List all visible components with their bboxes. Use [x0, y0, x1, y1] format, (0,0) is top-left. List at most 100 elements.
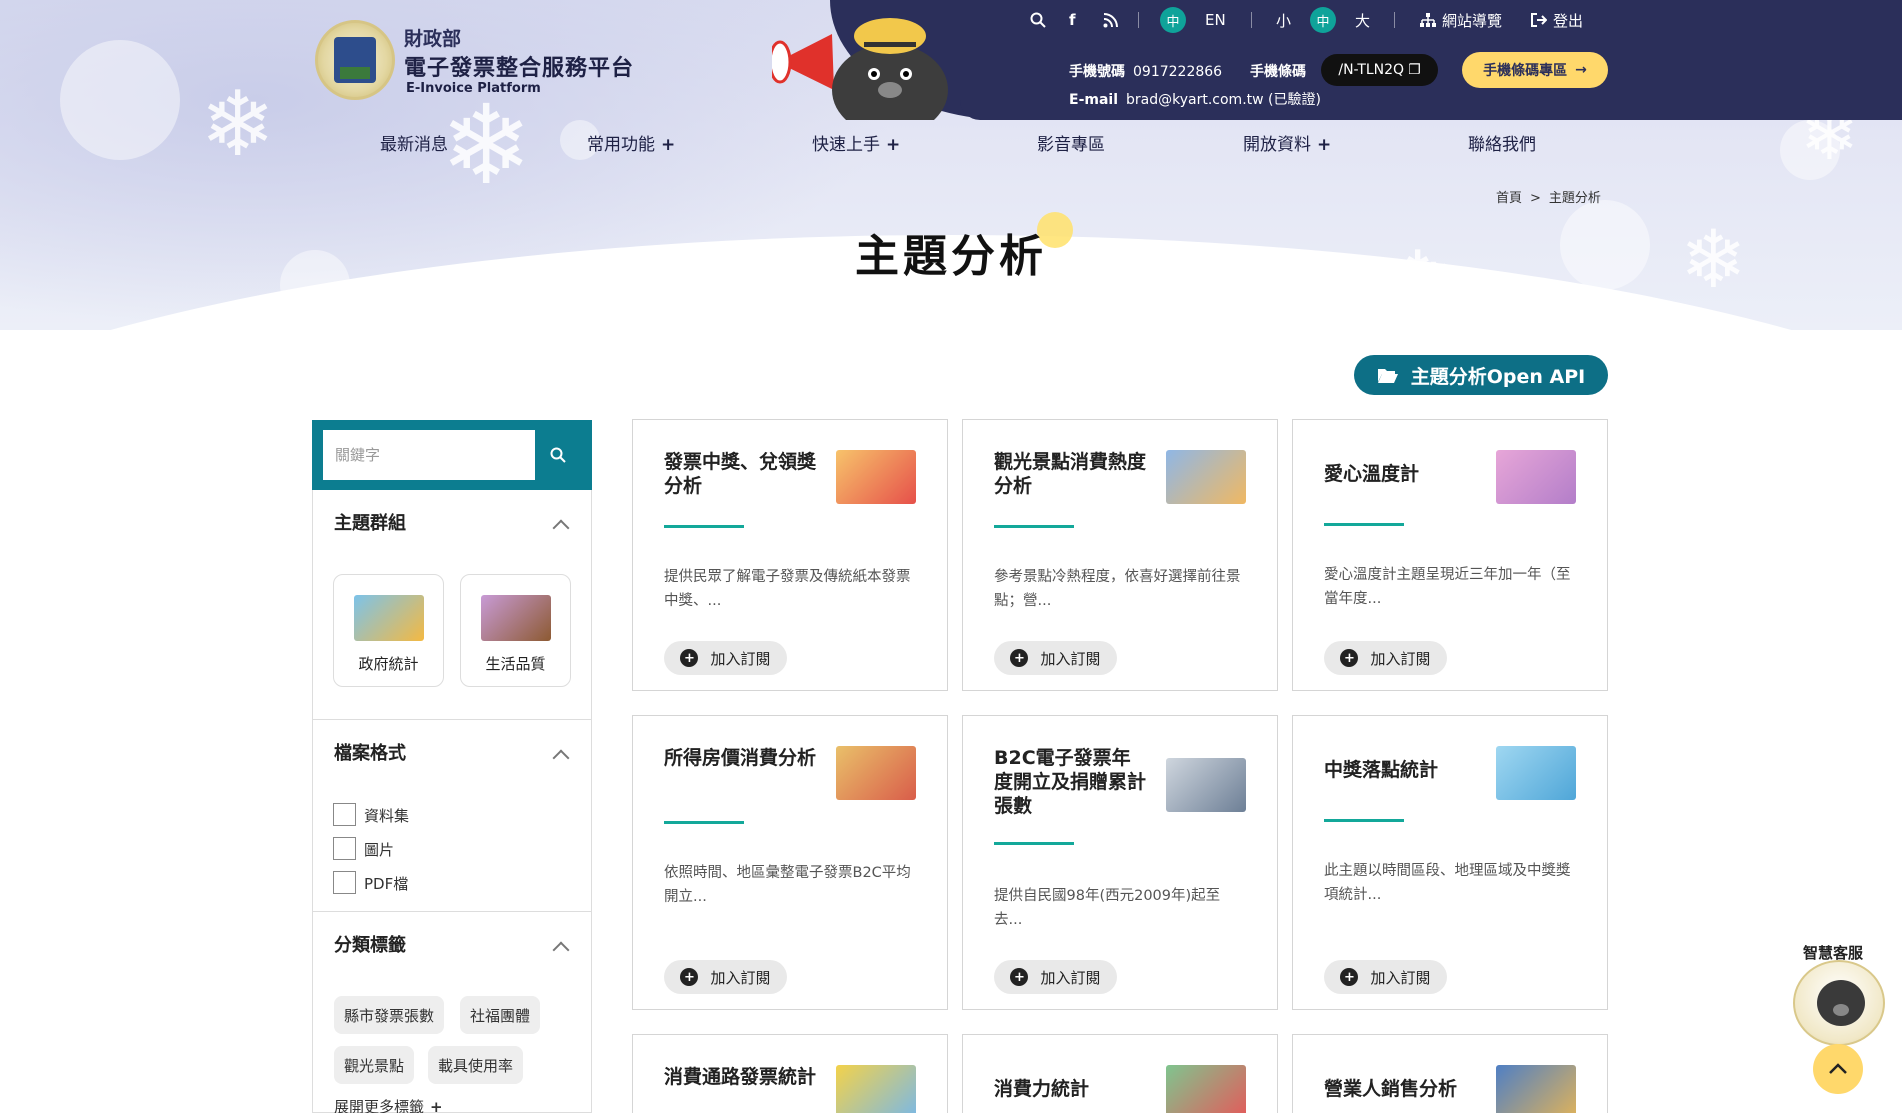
nav-common-functions[interactable]: 常用功能 + [587, 130, 675, 155]
format-section-title[interactable]: 檔案格式 [334, 739, 406, 765]
card-title[interactable]: 愛心溫度計 [1324, 462, 1479, 486]
card-description: 此主題以時間區段、地理區域及中獎獎項統計... [1324, 863, 1571, 903]
format-label: PDF檔 [364, 875, 409, 893]
card-accent-line [664, 821, 744, 824]
tag-chip[interactable]: 社福團體 [460, 996, 541, 1034]
card-title[interactable]: 消費力統計 [994, 1077, 1149, 1101]
search-submit-button[interactable] [535, 430, 581, 480]
format-checkbox-pdf[interactable] [333, 871, 356, 894]
font-large-button[interactable]: 大 [1355, 8, 1370, 32]
format-checkbox-image[interactable] [333, 837, 356, 860]
group-card-gov-stats[interactable]: 政府統計 [333, 574, 444, 687]
phone-label: 手機號碼 [1069, 64, 1125, 80]
mascot-bear-megaphone [772, 18, 948, 120]
subscribe-button[interactable]: + 加入訂閱 [1324, 960, 1447, 994]
sitemap-link[interactable]: 網站導覽 [1420, 8, 1502, 32]
format-label: 資料集 [364, 807, 410, 825]
card-accent-line [664, 525, 744, 528]
subscribe-button[interactable]: + 加入訂閱 [664, 960, 787, 994]
card-title[interactable]: 觀光景點消費熱度分析 [994, 450, 1149, 498]
barcode-value: /N-TLN2Q [1338, 62, 1405, 78]
subscribe-button[interactable]: + 加入訂閱 [994, 960, 1117, 994]
lottery-icon [836, 450, 916, 504]
font-mid-label: 中 [1310, 7, 1336, 33]
barcode-zone-button[interactable]: 手機條碼專區 → [1462, 52, 1608, 88]
card-title[interactable]: 發票中獎、兌領獎分析 [664, 450, 819, 498]
divider [312, 911, 592, 912]
brand-title[interactable]: 電子發票整合服務平台 [404, 50, 634, 82]
breadcrumb-home[interactable]: 首頁 [1496, 191, 1522, 206]
tag-chip[interactable]: 觀光景點 [334, 1046, 415, 1084]
plus-circle-icon: + [680, 649, 699, 667]
show-more-tags-link[interactable]: 展開更多標籤 + [334, 1096, 443, 1113]
keyword-search-input[interactable] [323, 430, 535, 480]
topic-card[interactable]: 所得房價消費分析 依照時間、地區彙整電子發票B2C平均開立... + 加入訂閱 [632, 715, 948, 1010]
chatbot-button[interactable] [1793, 960, 1885, 1046]
topic-card[interactable]: 愛心溫度計 愛心溫度計主題呈現近三年加一年（至當年度... + 加入訂閱 [1292, 419, 1608, 691]
channel-icon [836, 1065, 916, 1113]
folder-open-icon [1377, 369, 1398, 383]
card-description: 參考景點冷熱程度，依喜好選擇前往景點；營... [994, 569, 1241, 609]
barcode-label: 手機條碼 [1250, 64, 1306, 80]
card-title[interactable]: B2C電子發票年度開立及捐贈累計張數 [994, 746, 1149, 818]
group-section-title[interactable]: 主題群組 [334, 509, 406, 535]
tag-chip[interactable]: 載具使用率 [428, 1046, 524, 1084]
sitemap-icon [1420, 13, 1436, 27]
card-description: 提供自民國98年(西元2009年)起至去... [994, 888, 1221, 928]
font-mid-button[interactable]: 中 [1310, 7, 1336, 33]
topic-card[interactable]: 消費力統計 [962, 1034, 1278, 1113]
logout-label: 登出 [1553, 11, 1584, 30]
lang-zh-button[interactable]: 中 [1160, 7, 1186, 33]
rss-icon[interactable] [1103, 8, 1118, 32]
topic-card[interactable]: B2C電子發票年度開立及捐贈累計張數 提供自民國98年(西元2009年)起至去.… [962, 715, 1278, 1010]
tag-section-title[interactable]: 分類標籤 [334, 931, 406, 957]
brand-dept[interactable]: 財政部 [404, 24, 461, 51]
nav-video[interactable]: 影音專區 [1037, 130, 1111, 155]
logout-link[interactable]: 登出 [1531, 8, 1583, 32]
card-title[interactable]: 消費通路發票統計 [664, 1065, 819, 1089]
separator [1138, 12, 1139, 28]
tag-chip[interactable]: 縣市發票張數 [334, 996, 445, 1034]
gov-stats-icon [354, 595, 424, 641]
search-icon [550, 447, 566, 463]
card-accent-line [1324, 523, 1404, 526]
subscribe-button[interactable]: + 加入訂閱 [994, 641, 1117, 675]
format-checkbox-dataset[interactable] [333, 803, 356, 826]
barcode-zone-label: 手機條碼專區 [1483, 63, 1568, 79]
font-small-button[interactable]: 小 [1276, 8, 1291, 32]
nav-news[interactable]: 最新消息 [380, 130, 454, 155]
plus-circle-icon: + [1010, 649, 1029, 667]
group-card-life-quality[interactable]: 生活品質 [460, 574, 571, 687]
brand-title-en: E-Invoice Platform [406, 81, 541, 96]
card-title[interactable]: 所得房價消費分析 [664, 746, 819, 770]
breadcrumb: 首頁 > 主題分析 [1496, 191, 1601, 206]
card-accent-line [994, 525, 1074, 528]
arrow-right-icon: → [1575, 62, 1587, 78]
card-description: 愛心溫度計主題呈現近三年加一年（至當年度... [1324, 567, 1571, 607]
email-label: E-mail [1069, 92, 1119, 108]
group-label: 生活品質 [485, 655, 546, 673]
nav-contact[interactable]: 聯絡我們 [1468, 130, 1542, 155]
lang-en-button[interactable]: EN [1205, 8, 1226, 32]
mof-logo[interactable] [315, 20, 395, 100]
copy-icon[interactable]: ❐ [1408, 62, 1421, 78]
logout-icon [1531, 13, 1547, 27]
nav-quick-start[interactable]: 快速上手 + [812, 130, 900, 155]
nav-open-data[interactable]: 開放資料 + [1243, 130, 1331, 155]
card-title[interactable]: 營業人銷售分析 [1324, 1077, 1479, 1101]
topic-card[interactable]: 消費通路發票統計 [632, 1034, 948, 1113]
topic-card[interactable]: 發票中獎、兌領獎分析 提供民眾了解電子發票及傳統紙本發票中獎、... + 加入訂閱 [632, 419, 948, 691]
barcode-pill[interactable]: /N-TLN2Q ❐ [1321, 54, 1438, 86]
subscribe-button[interactable]: + 加入訂閱 [664, 641, 787, 675]
back-to-top-button[interactable] [1813, 1044, 1863, 1094]
search-icon[interactable] [1030, 8, 1046, 32]
open-api-button[interactable]: 主題分析Open API [1354, 355, 1608, 395]
card-title[interactable]: 中獎落點統計 [1324, 758, 1479, 782]
topic-card[interactable]: 中獎落點統計 此主題以時間區段、地理區域及中獎獎項統計... + 加入訂閱 [1292, 715, 1608, 1010]
topic-card[interactable]: 營業人銷售分析 [1292, 1034, 1608, 1113]
topic-card[interactable]: 觀光景點消費熱度分析 參考景點冷熱程度，依喜好選擇前往景點；營... + 加入訂閱 [962, 419, 1278, 691]
tourism-icon [1166, 450, 1246, 504]
facebook-icon[interactable]: f [1069, 8, 1076, 32]
group-label: 政府統計 [358, 655, 419, 673]
subscribe-button[interactable]: + 加入訂閱 [1324, 641, 1447, 675]
